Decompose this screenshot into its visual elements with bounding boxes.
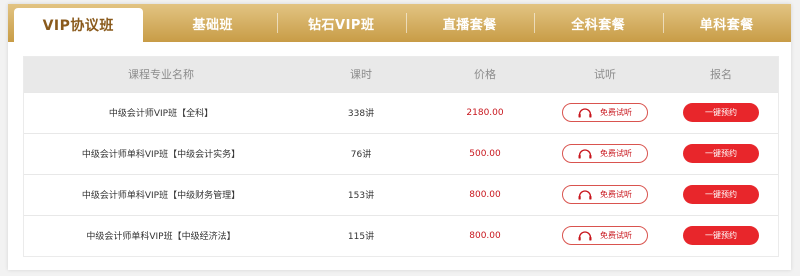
headphones-icon bbox=[578, 231, 592, 241]
course-card: VIP协议班 基础班 钻石VIP班 直播套餐 全科套餐 单科套餐 课程专业名称 … bbox=[8, 4, 791, 270]
book-button[interactable]: 一键预约 bbox=[683, 185, 759, 204]
tab-live-package[interactable]: 直播套餐 bbox=[405, 4, 535, 42]
free-audit-button[interactable]: 免费试听 bbox=[562, 144, 648, 163]
course-name: 中级会计师单科VIP班【中级会计实务】 bbox=[81, 150, 241, 160]
table-row: 中级会计师单科VIP班【中级经济法】 115讲 800.00 免费试听 一键预约 bbox=[24, 215, 778, 256]
tab-bar: VIP协议班 基础班 钻石VIP班 直播套餐 全科套餐 单科套餐 bbox=[8, 4, 791, 42]
free-audit-label: 免费试听 bbox=[600, 149, 632, 158]
header-audit: 试听 bbox=[594, 68, 616, 82]
course-hours: 115讲 bbox=[347, 232, 375, 243]
free-audit-label: 免费试听 bbox=[600, 190, 632, 199]
table-row: 中级会计师单科VIP班【中级财务管理】 153讲 800.00 免费试听 一键预… bbox=[24, 174, 778, 215]
table-row: 中级会计师单科VIP班【中级会计实务】 76讲 500.00 免费试听 一键预约 bbox=[24, 133, 778, 174]
free-audit-button[interactable]: 免费试听 bbox=[562, 226, 648, 246]
free-audit-button[interactable]: 免费试听 bbox=[562, 185, 648, 204]
header-price: 价格 bbox=[474, 68, 496, 82]
header-course-name: 课程专业名称 bbox=[128, 68, 194, 82]
headphones-icon bbox=[578, 148, 592, 158]
course-hours: 76讲 bbox=[350, 150, 372, 160]
book-button[interactable]: 一键预约 bbox=[683, 103, 759, 122]
headphones-icon bbox=[578, 189, 592, 199]
table-header: 课程专业名称 课时 价格 试听 报名 bbox=[24, 57, 778, 92]
book-button[interactable]: 一键预约 bbox=[683, 144, 759, 163]
course-hours: 338讲 bbox=[347, 109, 375, 119]
headphones-icon bbox=[578, 107, 592, 117]
course-name: 中级会计师单科VIP班【中级财务管理】 bbox=[81, 191, 241, 201]
course-name: 中级会计师单科VIP班【中级经济法】 bbox=[86, 232, 236, 243]
header-hours: 课时 bbox=[350, 68, 372, 82]
course-hours: 153讲 bbox=[347, 191, 375, 201]
course-price: 800.00 bbox=[469, 189, 501, 200]
free-audit-label: 免费试听 bbox=[600, 231, 632, 241]
tab-single-subject[interactable]: 单科套餐 bbox=[662, 4, 792, 42]
free-audit-button[interactable]: 免费试听 bbox=[562, 103, 648, 122]
tab-all-subjects[interactable]: 全科套餐 bbox=[534, 4, 663, 42]
course-price: 2180.00 bbox=[466, 107, 504, 118]
header-signup: 报名 bbox=[710, 68, 732, 82]
table-row: 中级会计师VIP班【全科】 338讲 2180.00 免费试听 一键预约 bbox=[24, 92, 778, 133]
free-audit-label: 免费试听 bbox=[600, 108, 632, 117]
tab-vip-agreement[interactable]: VIP协议班 bbox=[14, 8, 143, 42]
course-name: 中级会计师VIP班【全科】 bbox=[108, 109, 214, 119]
tab-basic[interactable]: 基础班 bbox=[149, 4, 278, 42]
tab-diamond-vip[interactable]: 钻石VIP班 bbox=[277, 4, 406, 42]
course-price: 800.00 bbox=[469, 230, 501, 241]
course-price: 500.00 bbox=[469, 148, 501, 159]
book-button[interactable]: 一键预约 bbox=[683, 226, 759, 246]
course-table: 课程专业名称 课时 价格 试听 报名 中级会计师VIP班【全科】 338讲 21… bbox=[23, 56, 779, 257]
